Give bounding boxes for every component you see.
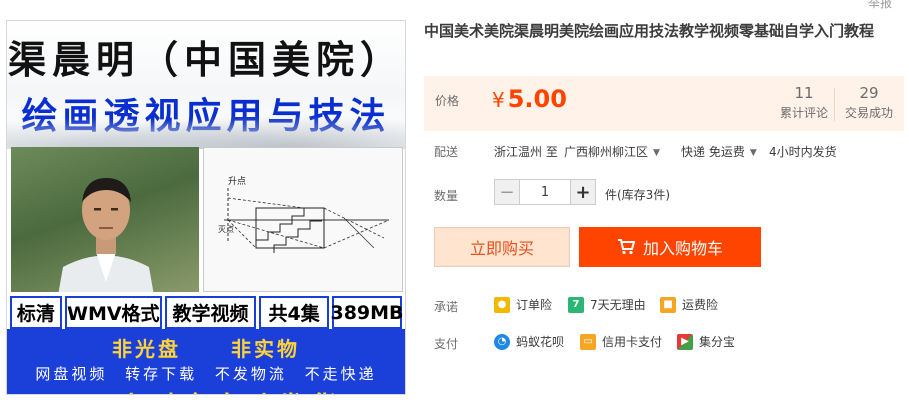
delivery-destination: 广西柳州柳江区 [564,145,649,159]
caret-down-icon: ▼ [653,148,660,158]
promise-freight-insurance[interactable]: ■ 运费险 [660,296,718,313]
payment-item-label: 集分宝 [699,335,736,349]
review-count-stat[interactable]: 11 累计评论 [774,84,834,121]
product-title: 中国美术美院渠晨明美院绘画应用技法教学视频零基础自学入门教程 [424,22,875,40]
price-label: 价格 [435,94,460,108]
huabei-icon: ◔ [494,333,510,350]
instructor-figure [58,178,154,292]
quantity-input[interactable] [520,179,570,205]
quantity-increase-button[interactable]: + [570,179,596,205]
banner-line-1: 非光盘 非实物 [112,337,300,361]
quantity-decrease-button[interactable]: − [494,179,520,205]
ink-decoration [7,109,405,149]
sales-count-stat: 29 交易成功 [839,84,899,121]
shipping-method: 快递 免运费 [681,145,745,159]
review-count-label: 累计评论 [779,106,828,120]
delivery-destination-select[interactable]: 广西柳州柳江区 ▼ [564,143,660,160]
perspective-drawing: 升点 灭点 [218,176,390,253]
perspective-diagram: 升点 灭点 [203,147,403,292]
buy-now-label: 立即购买 [469,239,534,258]
svg-text:升点: 升点 [228,176,246,187]
sales-count: 29 [859,84,879,102]
spec-format: WMV格式 [64,296,162,329]
currency-symbol: ¥ [492,88,505,112]
promise-item-label: 7天无理由 [590,298,646,312]
report-link[interactable]: 举报 [868,0,892,11]
credit-card-icon: ▭ [580,333,596,350]
stat-divider [834,88,835,121]
payment-jifenbao[interactable]: ▶ 集分宝 [677,333,735,350]
order-insurance-icon: ● [494,296,510,313]
caret-down-icon: ▼ [749,148,757,158]
add-to-cart-button[interactable]: 加入购物车 [579,227,761,267]
image-blue-banner: 非光盘 非实物 网盘视频 转存下载 不发物流 不走快递 24小时全自动发货 [7,329,405,394]
delivery-label: 配送 [434,145,459,159]
promise-label: 承诺 [434,300,459,314]
promise-seven-day-return[interactable]: 7 7天无理由 [568,296,646,313]
buy-now-button[interactable]: 立即购买 [434,227,570,267]
stock-info: 件(库存3件) [605,188,670,202]
shipping-method-select[interactable]: 快递 免运费 ▼ [681,143,757,160]
quantity-label: 数量 [434,189,459,203]
banner-line-3: 24小时全自动发货 [7,386,405,394]
seven-day-icon: 7 [568,296,584,313]
image-title-line-1: 渠晨明（中国美院） [7,37,404,82]
spec-size: 389MB [330,296,404,329]
freight-insurance-icon: ■ [660,296,676,313]
promise-item-label: 运费险 [682,298,719,312]
price-value: ¥5.00 [492,85,567,113]
payment-label: 支付 [434,337,459,351]
product-main-image[interactable]: 渠晨明（中国美院） 绘画透视应用与技法 升点 灭点 [6,20,406,395]
sales-count-label: 交易成功 [844,106,893,120]
spec-quality: 标清 [10,296,62,329]
jifenbao-icon: ▶ [677,333,693,350]
payment-item-label: 蚂蚁花呗 [516,335,565,349]
spec-type: 教学视频 [164,296,257,329]
review-count: 11 [794,84,814,102]
delivery-from: 浙江温州 至 [494,145,558,159]
promise-order-insurance[interactable]: ● 订单险 [494,296,552,313]
svg-text:灭点: 灭点 [218,225,234,234]
image-title-band: 渠晨明（中国美院） 绘画透视应用与技法 [7,21,405,149]
instructor-photo [11,147,199,292]
cart-icon [617,239,635,255]
spec-episodes: 共4集 [259,296,329,329]
banner-line-2: 网盘视频 转存下载 不发物流 不走快递 [35,365,377,383]
payment-credit-card[interactable]: ▭ 信用卡支付 [580,333,662,350]
promise-item-label: 订单险 [516,298,553,312]
dispatch-time: 4小时内发货 [769,145,837,159]
payment-huabei[interactable]: ◔ 蚂蚁花呗 [494,333,564,350]
image-spec-strip: 标清 WMV格式 教学视频 共4集 389MB [7,296,405,329]
price-amount: 5.00 [507,85,567,113]
quantity-stepper: − + [494,179,596,205]
payment-item-label: 信用卡支付 [602,335,663,349]
price-box: 价格 ¥5.00 11 累计评论 29 交易成功 [424,76,904,131]
add-to-cart-label: 加入购物车 [642,239,723,258]
